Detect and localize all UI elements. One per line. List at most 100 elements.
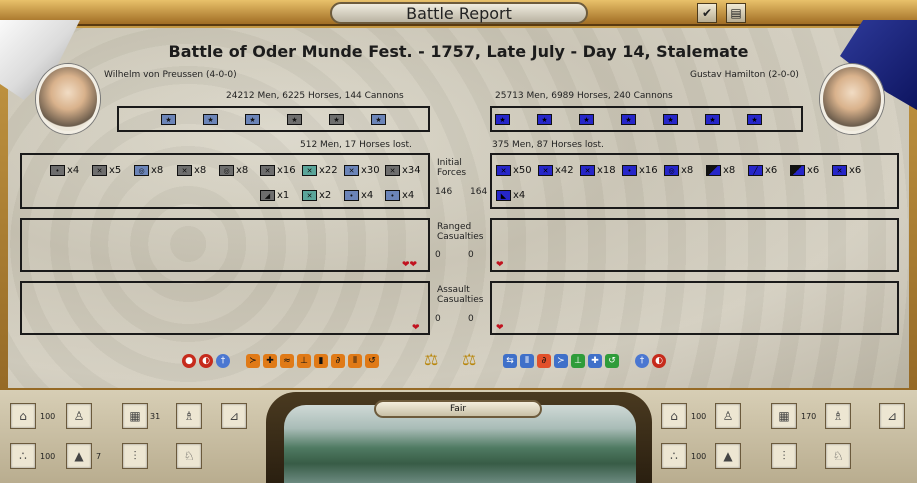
column-slot-icon[interactable]: ⫶	[122, 443, 148, 469]
unit-icon[interactable]: ✕	[580, 165, 595, 176]
ammo-slot-icon[interactable]: ∴	[10, 443, 36, 469]
left-ranged-casualties-box: ❤❤	[20, 218, 430, 272]
journal-button[interactable]: ▤	[726, 3, 746, 23]
unit-count: x42	[555, 165, 574, 176]
leader-icon[interactable]: ★	[663, 114, 678, 125]
scout-slot-icon[interactable]: ♘	[825, 443, 851, 469]
unit-icon[interactable]: •	[344, 190, 359, 201]
leader-icon[interactable]: ★	[747, 114, 762, 125]
right-ranged-number: 0	[468, 250, 474, 260]
unit-icon[interactable]: ✕	[260, 165, 275, 176]
supply-icon[interactable]: ∂	[537, 354, 551, 368]
morale-icon[interactable]: ✚	[263, 354, 277, 368]
left-forces-summary: 24212 Men, 6225 Horses, 144 Cannons	[226, 91, 404, 101]
unit-icon[interactable]: ◎	[219, 165, 234, 176]
morale-icon[interactable]: ⊥	[571, 354, 585, 368]
officer-slot-icon[interactable]: ♗	[176, 403, 202, 429]
unit-icon[interactable]: ◢	[260, 190, 275, 201]
right-commander-portrait[interactable]	[820, 64, 884, 134]
left-commander-portrait[interactable]	[36, 64, 100, 134]
unit-icon[interactable]: ✕	[832, 165, 847, 176]
unit-icon[interactable]: ╱	[748, 165, 763, 176]
column-slot-icon[interactable]: ⫶	[771, 443, 797, 469]
unit-icon[interactable]: •	[50, 165, 65, 176]
fire-icon[interactable]: ●	[182, 354, 196, 368]
slot-value: 100	[40, 412, 56, 421]
leader-icon[interactable]: ★	[537, 114, 552, 125]
fort-slot-icon[interactable]: ▦	[771, 403, 797, 429]
officer-slot-icon[interactable]: ♗	[825, 403, 851, 429]
leader-icon[interactable]: †	[635, 354, 649, 368]
shield-icon[interactable]: ◐	[199, 354, 213, 368]
unit-icon[interactable]: ✕	[92, 165, 107, 176]
unit-icon[interactable]: ◎	[134, 165, 149, 176]
shield-icon[interactable]: ◐	[652, 354, 666, 368]
unit-count: x8	[151, 165, 164, 176]
unit-icon[interactable]	[706, 165, 721, 176]
unit-icon[interactable]: ✕	[344, 165, 359, 176]
unit-icon[interactable]: ✕	[302, 165, 317, 176]
scout-slot-icon[interactable]: ♘	[176, 443, 202, 469]
unit-icon[interactable]: ✕	[385, 165, 400, 176]
troops-icon[interactable]: ⫴	[520, 354, 534, 368]
retreat-icon[interactable]: ↺	[365, 354, 379, 368]
leader-icon[interactable]: ★	[287, 114, 302, 125]
confirm-button[interactable]: ✔	[697, 3, 717, 23]
leader-icon[interactable]: ★	[245, 114, 260, 125]
cannon-slot-icon[interactable]: ⊿	[879, 403, 905, 429]
slot-value: 100	[40, 452, 56, 461]
leader-icon[interactable]: ★	[579, 114, 594, 125]
left-losses: 512 Men, 17 Horses lost.	[300, 140, 412, 150]
terrain-slot-icon[interactable]: ▲	[715, 443, 741, 469]
unit-icon[interactable]: ✕	[177, 165, 192, 176]
unit-icon[interactable]	[790, 165, 805, 176]
troops-icon[interactable]: ⫴	[348, 354, 362, 368]
unit-icon[interactable]: ✕	[496, 165, 511, 176]
right-modifier-icons: ⇆ ⫴ ∂ ≻ ⊥ ✚ ↺ † ◐	[503, 354, 666, 370]
leader-icon[interactable]: ★	[161, 114, 176, 125]
terrain-slot-icon[interactable]: ▲	[66, 443, 92, 469]
terrain-icon[interactable]: ≻	[246, 354, 260, 368]
artillery-icon[interactable]: ⊥	[297, 354, 311, 368]
unit-icon[interactable]: ✕	[538, 165, 553, 176]
cannon-slot-icon[interactable]: ⊿	[221, 403, 247, 429]
balance-scales-icon: ⚖	[462, 350, 477, 369]
left-leaders-box: ★ ★ ★ ★ ★ ★	[117, 106, 430, 132]
slot-value: 7	[96, 452, 102, 461]
unit-count: x16	[277, 165, 296, 176]
unit-count: x30	[361, 165, 380, 176]
unit-icon[interactable]: ✕	[302, 190, 317, 201]
cavalry-icon[interactable]: ≻	[554, 354, 568, 368]
leader-icon[interactable]: ★	[371, 114, 386, 125]
ammo-slot-icon[interactable]: ∴	[661, 443, 687, 469]
retreat-icon[interactable]: ↺	[605, 354, 619, 368]
unit-count: x8	[723, 165, 736, 176]
artillery-icon[interactable]: ✚	[588, 354, 602, 368]
leader-icon[interactable]: ★	[705, 114, 720, 125]
leader-icon[interactable]: ★	[495, 114, 510, 125]
unit-count: x8	[236, 165, 249, 176]
fort-icon[interactable]: ▮	[314, 354, 328, 368]
right-losses: 375 Men, 87 Horses lost.	[492, 140, 604, 150]
soldier-slot-icon[interactable]: ♙	[715, 403, 741, 429]
infantry-slot-icon[interactable]: ⌂	[661, 403, 687, 429]
unit-icon[interactable]: ◎	[664, 165, 679, 176]
terrain-icon[interactable]: ⇆	[503, 354, 517, 368]
leader-icon[interactable]: ★	[329, 114, 344, 125]
fort-slot-icon[interactable]: ▦	[122, 403, 148, 429]
unit-count: x34	[402, 165, 421, 176]
unit-icon[interactable]: •	[385, 190, 400, 201]
heart-icon: ❤	[412, 323, 420, 333]
slot-value: 100	[691, 412, 707, 421]
unit-icon[interactable]: ◣	[496, 190, 511, 201]
leader-icon[interactable]: ★	[203, 114, 218, 125]
unit-icon[interactable]: •	[622, 165, 637, 176]
cavalry-icon[interactable]: ≈	[280, 354, 294, 368]
leader-icon[interactable]: †	[216, 354, 230, 368]
leader-icon[interactable]: ★	[621, 114, 636, 125]
infantry-slot-icon[interactable]: ⌂	[10, 403, 36, 429]
supply-icon[interactable]: ∂	[331, 354, 345, 368]
unit-count: x5	[109, 165, 122, 176]
soldier-slot-icon[interactable]: ♙	[66, 403, 92, 429]
unit-count: x6	[849, 165, 862, 176]
